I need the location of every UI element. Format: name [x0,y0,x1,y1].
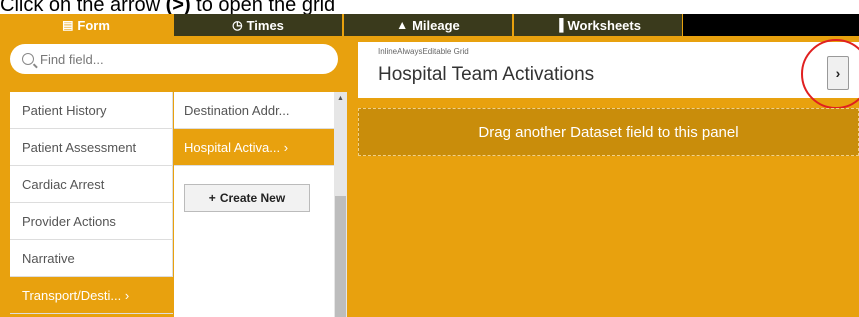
section-item-cardiac-arrest[interactable]: Cardiac Arrest [10,166,173,203]
form-icon: ▤ [62,18,74,32]
drop-zone[interactable]: Drag another Dataset field to this panel [358,108,859,156]
subsection-item-hospital-activations[interactable]: Hospital Activa... › [174,129,334,166]
plus-icon: + [208,191,216,205]
grid-header: InlineAlwaysEditable Grid Hospital Team … [358,39,859,109]
tab-worksheets[interactable]: ▐ Worksheets [514,14,682,36]
road-icon: ▲ [396,18,409,32]
subsection-item-destination[interactable]: Destination Addr... [174,92,334,129]
search-icon [22,53,34,65]
tab-label: Times [246,17,284,33]
grid-title: Hospital Team Activations [378,64,595,85]
scroll-up-icon[interactable]: ▲ [334,92,347,104]
tab-label: Mileage [412,17,460,33]
section-list: Patient History Patient Assessment Cardi… [10,92,173,314]
section-item-transport[interactable]: Transport/Desti... › [10,277,173,314]
subsection-list: Destination Addr... Hospital Activa... ›… [174,92,334,317]
scrollbar-thumb[interactable] [335,196,346,317]
section-item-patient-assessment[interactable]: Patient Assessment [10,129,173,166]
tab-label: Worksheets [567,17,641,33]
highlight-circle [801,39,859,109]
create-new-label: Create New [219,191,286,205]
clock-icon: ◷ [232,18,243,32]
section-item-narrative[interactable]: Narrative [10,240,173,277]
tabbar-filler [683,14,859,36]
tab-mileage[interactable]: ▲ Mileage [344,14,512,36]
tab-times[interactable]: ◷ Times [174,14,342,36]
tab-bar: ▤ Form ◷ Times ▲ Mileage ▐ Worksheets [0,14,859,36]
search-input[interactable]: Find field... [10,44,338,74]
scrollbar[interactable]: ▲ [334,92,347,317]
document-icon: ▐ [555,18,564,32]
search-placeholder: Find field... [40,51,104,67]
section-item-provider-actions[interactable]: Provider Actions [10,203,173,240]
tab-form[interactable]: ▤ Form [0,14,172,36]
drop-zone-text: Drag another Dataset field to this panel [478,123,739,141]
grid-subtitle: InlineAlwaysEditable Grid [378,47,469,56]
layout-panel: InlineAlwaysEditable Grid Hospital Team … [350,36,859,317]
create-new-button[interactable]: + Create New [184,184,310,212]
tab-label: Form [77,17,110,33]
field-browser: Find field... Patient History Patient As… [0,36,350,317]
section-item-patient-history[interactable]: Patient History [10,92,173,129]
